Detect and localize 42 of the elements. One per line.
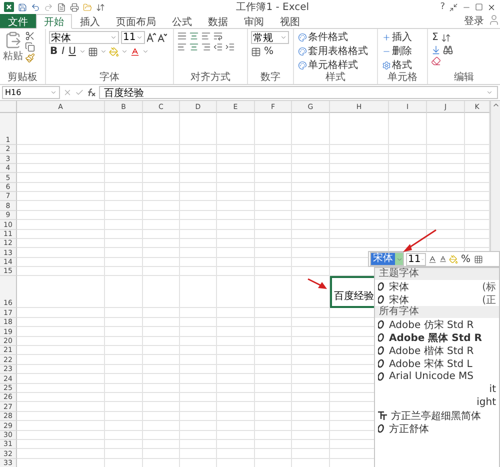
italic-button[interactable]: I [60,45,66,58]
font-option[interactable]: 方正舒体 [375,422,499,435]
mini-font-field[interactable]: 宋体 [370,252,404,266]
number-format-field[interactable]: 常规 [251,31,289,44]
font-option[interactable]: Adobe 楷体 Std R [375,344,499,357]
group-label: 单元格 [386,72,418,84]
font-option[interactable]: Adobe 仿宋 Std R [375,318,499,331]
paste-button[interactable]: 粘贴 [3,31,23,72]
percent-button[interactable]: % [460,252,472,266]
group-label: 样式 [324,72,346,84]
sign-in-link[interactable]: 登录 [460,14,488,28]
group-label: 剪贴板 [6,72,38,84]
font-option[interactable]: 方正兰亭超细黑简体 [375,409,499,422]
autosum-button[interactable]: Σ [431,31,440,44]
style-menu-button[interactable]: 单元格样式 [297,59,369,72]
underline-button[interactable]: U [68,45,77,58]
cells-menu-button[interactable]: 格式 [381,59,413,72]
font-size-field[interactable]: 11 [121,31,145,44]
ribbon-tab[interactable]: 开始 [36,14,72,29]
font-option[interactable]: ight [375,396,499,409]
bold-button[interactable]: B [49,45,59,58]
percent-button[interactable]: % [263,45,275,58]
font-option[interactable]: Arial Unicode MS [375,370,499,383]
help-button[interactable]: ? [440,2,445,12]
cells-menu-button[interactable]: 删除 [381,45,413,58]
group-label: 字体 [98,72,120,84]
group-label: 编辑 [453,72,475,84]
style-menu-button[interactable]: 条件格式 [297,31,369,44]
cells-menu-button[interactable]: 插入 [381,31,413,44]
mini-size-field[interactable]: 11 [406,252,426,266]
ribbon-tab[interactable]: 文件 [0,14,36,28]
font-name-field[interactable]: 宋体 [49,31,119,44]
formula-field[interactable]: 百度经验 [99,86,498,99]
window-title: 工作簿1 - Excel [235,1,310,14]
name-box[interactable]: H16 [2,86,60,99]
section-header: 所有字体 [375,306,499,318]
group-label: 对齐方式 [190,72,232,84]
style-menu-button[interactable]: 套用表格格式 [297,45,369,58]
font-option[interactable]: Adobe 宋体 Std L [375,357,499,370]
font-option[interactable]: Adobe 黑体 Std R [375,331,499,344]
font-option[interactable]: it [375,383,499,396]
group-label: 数字 [260,72,282,84]
